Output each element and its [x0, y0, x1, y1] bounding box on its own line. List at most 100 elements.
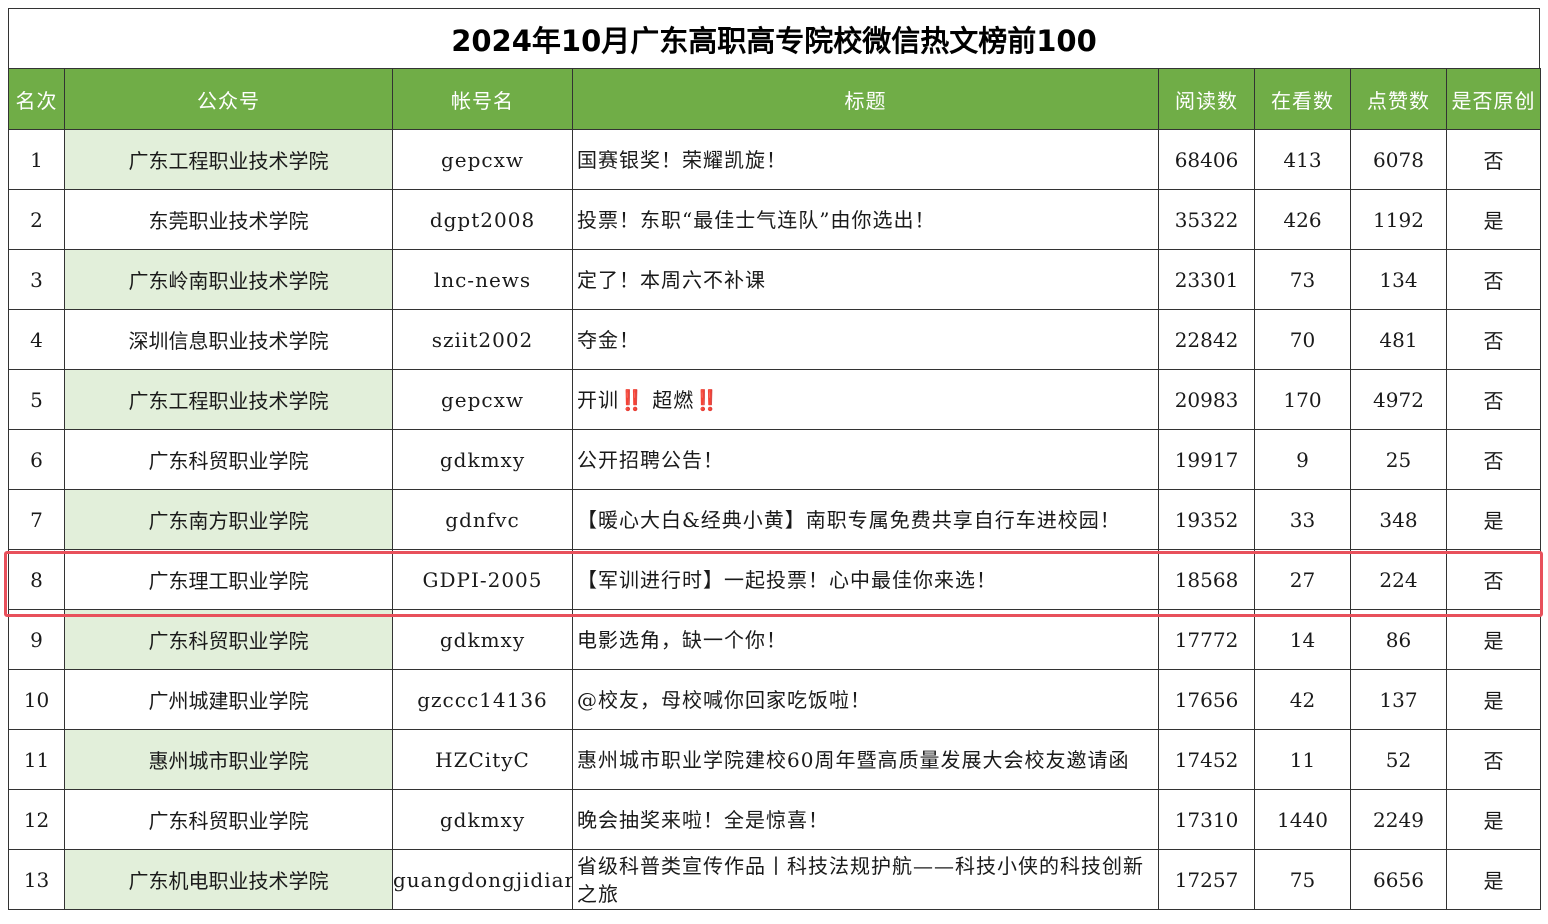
cell-title[interactable]: 【暖心大白&经典小黄】南职专属免费共享自行车进校园！ — [572, 489, 1159, 550]
cell-account[interactable]: 广东工程职业技术学院 — [64, 369, 393, 430]
cell-watching[interactable]: 70 — [1254, 309, 1351, 370]
table-row[interactable]: 9 广东科贸职业学院 gdkmxy 电影选角，缺一个你！ 17772 14 86 是 — [8, 609, 1541, 670]
cell-original[interactable]: 否 — [1446, 369, 1541, 430]
cell-account-id[interactable]: guangdongjidian — [392, 849, 573, 910]
cell-account[interactable]: 广东科贸职业学院 — [64, 609, 393, 670]
cell-account[interactable]: 广东理工职业学院 — [64, 549, 393, 610]
table-row[interactable]: 6 广东科贸职业学院 gdkmxy 公开招聘公告！ 19917 9 25 否 — [8, 429, 1541, 490]
table-row[interactable]: 1 广东工程职业技术学院 gepcxw 国赛银奖！荣耀凯旋！ 68406 413 6078 否 — [8, 129, 1541, 190]
cell-likes[interactable]: 4972 — [1350, 369, 1447, 430]
cell-watching[interactable]: 170 — [1254, 369, 1351, 430]
cell-rank[interactable]: 13 — [8, 849, 65, 910]
cell-account-id[interactable]: dgpt2008 — [392, 189, 573, 250]
cell-reads[interactable]: 22842 — [1158, 309, 1255, 370]
cell-rank[interactable]: 8 — [8, 549, 65, 610]
cell-original[interactable]: 否 — [1446, 249, 1541, 310]
cell-title[interactable]: @校友，母校喊你回家吃饭啦！ — [572, 669, 1159, 730]
cell-rank[interactable]: 4 — [8, 309, 65, 370]
cell-rank[interactable]: 11 — [8, 729, 65, 790]
cell-account[interactable]: 广东科贸职业学院 — [64, 429, 393, 490]
cell-likes[interactable]: 6656 — [1350, 849, 1447, 910]
cell-rank[interactable]: 7 — [8, 489, 65, 550]
cell-watching[interactable]: 33 — [1254, 489, 1351, 550]
cell-account[interactable]: 广州城建职业学院 — [64, 669, 393, 730]
cell-reads[interactable]: 17310 — [1158, 789, 1255, 850]
cell-likes[interactable]: 52 — [1350, 729, 1447, 790]
cell-title[interactable]: 电影选角，缺一个你！ — [572, 609, 1159, 670]
cell-title[interactable]: 惠州城市职业学院建校60周年暨高质量发展大会校友邀请函 — [572, 729, 1159, 790]
cell-rank[interactable]: 5 — [8, 369, 65, 430]
cell-watching[interactable]: 9 — [1254, 429, 1351, 490]
cell-original[interactable]: 是 — [1446, 489, 1541, 550]
table-row[interactable]: 7 广东南方职业学院 gdnfvc 【暖心大白&经典小黄】南职专属免费共享自行车进校园… — [8, 489, 1541, 550]
cell-account[interactable]: 惠州城市职业学院 — [64, 729, 393, 790]
cell-original[interactable]: 否 — [1446, 429, 1541, 490]
cell-title[interactable]: 公开招聘公告！ — [572, 429, 1159, 490]
cell-account-id[interactable]: gzccc14136 — [392, 669, 573, 730]
cell-original[interactable]: 是 — [1446, 789, 1541, 850]
table-row[interactable]: 10 广州城建职业学院 gzccc14136 @校友，母校喊你回家吃饭啦！ 17656 4… — [8, 669, 1541, 730]
header-account[interactable]: 公众号 — [64, 68, 393, 130]
cell-watching[interactable]: 1440 — [1254, 789, 1351, 850]
header-account-id[interactable]: 帐号名 — [392, 68, 573, 130]
cell-original[interactable]: 是 — [1446, 609, 1541, 670]
cell-account[interactable]: 广东科贸职业学院 — [64, 789, 393, 850]
cell-watching[interactable]: 73 — [1254, 249, 1351, 310]
table-row[interactable]: 12 广东科贸职业学院 gdkmxy 晚会抽奖来啦！全是惊喜！ 17310 1440 224… — [8, 789, 1541, 850]
cell-likes[interactable]: 137 — [1350, 669, 1447, 730]
cell-account[interactable]: 深圳信息职业技术学院 — [64, 309, 393, 370]
cell-title[interactable]: 开训‼️ 超燃‼️ — [572, 369, 1159, 430]
cell-watching[interactable]: 27 — [1254, 549, 1351, 610]
table-row[interactable]: 2 东莞职业技术学院 dgpt2008 投票！东职“最佳士气连队”由你选出！ 35322… — [8, 189, 1541, 250]
cell-title[interactable]: 省级科普类宣传作品丨科技法规护航——科技小侠的科技创新之旅 — [572, 849, 1159, 910]
cell-account-id[interactable]: gdnfvc — [392, 489, 573, 550]
cell-reads[interactable]: 17772 — [1158, 609, 1255, 670]
cell-account-id[interactable]: sziit2002 — [392, 309, 573, 370]
table-row[interactable]: 4 深圳信息职业技术学院 sziit2002 夺金！ 22842 70 481 否 — [8, 309, 1541, 370]
cell-likes[interactable]: 1192 — [1350, 189, 1447, 250]
cell-rank[interactable]: 9 — [8, 609, 65, 670]
cell-watching[interactable]: 426 — [1254, 189, 1351, 250]
cell-title[interactable]: 国赛银奖！荣耀凯旋！ — [572, 129, 1159, 190]
cell-likes[interactable]: 6078 — [1350, 129, 1447, 190]
cell-reads[interactable]: 17656 — [1158, 669, 1255, 730]
cell-account-id[interactable]: HZCityC — [392, 729, 573, 790]
cell-account[interactable]: 广东工程职业技术学院 — [64, 129, 393, 190]
cell-likes[interactable]: 348 — [1350, 489, 1447, 550]
cell-reads[interactable]: 68406 — [1158, 129, 1255, 190]
cell-watching[interactable]: 14 — [1254, 609, 1351, 670]
cell-account-id[interactable]: gdkmxy — [392, 429, 573, 490]
cell-account-id[interactable]: gepcxw — [392, 369, 573, 430]
cell-watching[interactable]: 42 — [1254, 669, 1351, 730]
cell-rank[interactable]: 3 — [8, 249, 65, 310]
cell-likes[interactable]: 134 — [1350, 249, 1447, 310]
cell-original[interactable]: 否 — [1446, 129, 1541, 190]
cell-reads[interactable]: 18568 — [1158, 549, 1255, 610]
table-row[interactable]: 11 惠州城市职业学院 HZCityC 惠州城市职业学院建校60周年暨高质量发展大会校… — [8, 729, 1541, 790]
cell-original[interactable]: 是 — [1446, 849, 1541, 910]
cell-title[interactable]: 定了！本周六不补课 — [572, 249, 1159, 310]
header-watching[interactable]: 在看数 — [1254, 68, 1351, 130]
cell-account[interactable]: 广东岭南职业技术学院 — [64, 249, 393, 310]
table-row[interactable]: 8 广东理工职业学院 GDPI-2005 【军训进行时】一起投票！心中最佳你来选！ 18… — [8, 549, 1541, 610]
table-row[interactable]: 5 广东工程职业技术学院 gepcxw 开训‼️ 超燃‼️ 20983 170 4972 否 — [8, 369, 1541, 430]
cell-original[interactable]: 否 — [1446, 729, 1541, 790]
cell-rank[interactable]: 1 — [8, 129, 65, 190]
cell-reads[interactable]: 35322 — [1158, 189, 1255, 250]
cell-rank[interactable]: 2 — [8, 189, 65, 250]
header-original[interactable]: 是否原创 — [1446, 68, 1541, 130]
cell-account-id[interactable]: gdkmxy — [392, 789, 573, 850]
header-rank[interactable]: 名次 — [8, 68, 65, 130]
cell-original[interactable]: 否 — [1446, 549, 1541, 610]
cell-account-id[interactable]: gdkmxy — [392, 609, 573, 670]
cell-original[interactable]: 否 — [1446, 309, 1541, 370]
cell-reads[interactable]: 19352 — [1158, 489, 1255, 550]
cell-watching[interactable]: 413 — [1254, 129, 1351, 190]
cell-title[interactable]: 夺金！ — [572, 309, 1159, 370]
cell-likes[interactable]: 2249 — [1350, 789, 1447, 850]
cell-reads[interactable]: 17452 — [1158, 729, 1255, 790]
cell-title[interactable]: 投票！东职“最佳士气连队”由你选出！ — [572, 189, 1159, 250]
cell-rank[interactable]: 12 — [8, 789, 65, 850]
cell-account-id[interactable]: lnc-news — [392, 249, 573, 310]
cell-original[interactable]: 是 — [1446, 189, 1541, 250]
